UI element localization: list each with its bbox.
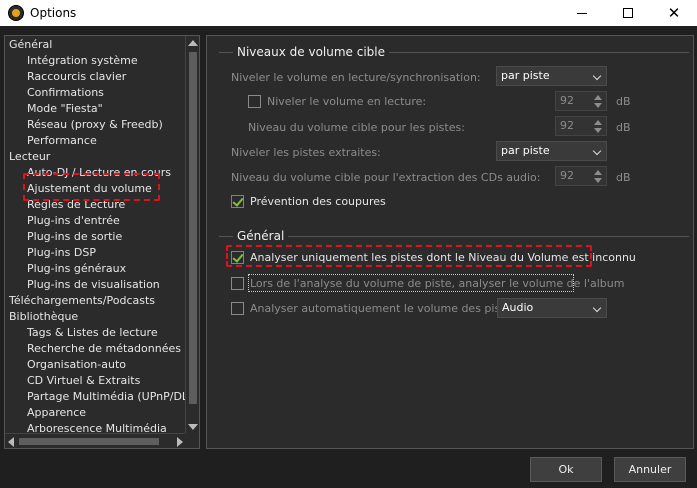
extracted-value: par piste (501, 144, 550, 157)
extracted-label: Niveler les pistes extraites: (231, 146, 381, 159)
tree-item[interactable]: Plug-ins DSP (27, 245, 96, 261)
db-unit-label: dB (616, 121, 631, 134)
stepper-down-icon[interactable] (594, 103, 602, 108)
volume-group-title: Niveaux de volume cible (233, 45, 390, 59)
scroll-down-icon[interactable] (188, 424, 198, 430)
options-tree[interactable]: Général Intégration système Raccourcis cla… (4, 35, 200, 449)
stepper-up-icon[interactable] (594, 170, 602, 175)
tree-item[interactable]: Recherche de métadonnées (27, 341, 181, 357)
target-cd-label: Niveau du volume cible pour l'extraction… (231, 171, 541, 184)
target-cd-stepper[interactable]: 92 (555, 166, 607, 186)
album-volume-checkbox[interactable] (231, 277, 244, 290)
db-unit-label: dB (616, 171, 631, 184)
chevron-down-icon (592, 146, 602, 156)
tree-item[interactable]: Réseau (proxy & Freedb) (27, 117, 163, 133)
stepper-down-icon[interactable] (594, 128, 602, 133)
tree-item[interactable]: Confirmations (27, 85, 104, 101)
tree-item[interactable]: Apparence (27, 405, 86, 421)
scroll-right-icon[interactable] (177, 437, 183, 447)
tree-item[interactable]: Intégration système (27, 53, 138, 69)
tree-item[interactable]: Tags & Listes de lecture (27, 325, 158, 341)
tree-item[interactable]: Organisation-auto (27, 357, 126, 373)
tree-item[interactable]: Partage Multimédia (UPnP/DLNA) (27, 389, 199, 405)
window-title: Options (30, 6, 77, 20)
stepper-down-icon[interactable] (594, 178, 602, 183)
scroll-thumb[interactable] (189, 52, 197, 404)
tree-item[interactable]: Lecteur (9, 149, 50, 165)
auto-analyze-dropdown[interactable]: Audio (497, 298, 607, 318)
target-cd-value: 92 (560, 169, 574, 182)
scroll-up-icon[interactable] (188, 40, 198, 46)
general-group-title: Général (233, 229, 289, 243)
extracted-dropdown[interactable]: par piste (496, 141, 607, 161)
tree-item[interactable]: Plug-ins de visualisation (27, 277, 160, 293)
close-icon: ✕ (667, 4, 681, 22)
group-separator (219, 236, 689, 237)
tree-item[interactable]: Général (9, 37, 52, 53)
maximize-button[interactable] (605, 0, 651, 26)
tree-item[interactable]: CD Virtuel & Extraits (27, 373, 140, 389)
clip-prevention-checkbox[interactable] (231, 195, 244, 208)
level-playback-value: par piste (501, 69, 550, 82)
ok-button[interactable]: Ok (530, 457, 602, 482)
scrollbar-corner (185, 433, 199, 448)
level-volume-stepper[interactable]: 92 (555, 91, 607, 111)
tree-item[interactable]: Bibliothèque (9, 309, 78, 325)
target-tracks-label: Niveau du volume cible pour les pistes: (248, 121, 465, 134)
level-volume-value: 92 (560, 94, 574, 107)
cancel-button[interactable]: Annuler (614, 457, 686, 482)
close-button[interactable]: ✕ (651, 0, 697, 26)
level-volume-label: Niveler le volume en lecture: (267, 95, 427, 108)
tree-item[interactable]: Mode "Fiesta" (27, 101, 103, 117)
scroll-left-icon[interactable] (8, 437, 14, 447)
album-volume-label: Lors de l'analyse du volume de piste, an… (250, 277, 625, 290)
level-playback-label: Niveler le volume en lecture/synchronisa… (231, 71, 481, 84)
tree-item[interactable]: Plug-ins généraux (27, 261, 126, 277)
tree-item[interactable]: Plug-ins de sortie (27, 229, 122, 245)
level-volume-checkbox[interactable] (248, 95, 261, 108)
tree-horizontal-scrollbar[interactable] (5, 433, 186, 448)
level-playback-dropdown[interactable]: par piste (496, 66, 607, 86)
tree-item[interactable]: Raccourcis clavier (27, 69, 126, 85)
stepper-up-icon[interactable] (594, 120, 602, 125)
target-tracks-value: 92 (560, 119, 574, 132)
scroll-thumb-horizontal[interactable] (19, 438, 159, 445)
minimize-icon (577, 12, 587, 14)
minimize-button[interactable] (559, 0, 605, 26)
settings-panel: Niveaux de volume cible Niveler le volum… (206, 35, 694, 449)
tree-item[interactable]: Performance (27, 133, 97, 149)
tree-item[interactable]: Téléchargements/Podcasts (9, 293, 155, 309)
db-unit-label: dB (616, 95, 631, 108)
maximize-icon (623, 8, 633, 18)
auto-analyze-checkbox[interactable] (231, 302, 244, 315)
auto-analyze-value: Audio (502, 301, 534, 314)
title-bar: Options ✕ (0, 0, 697, 26)
selected-item-highlight (23, 173, 160, 201)
chevron-down-icon (592, 71, 602, 81)
clip-prevention-label: Prévention des coupures (250, 195, 386, 208)
chevron-down-icon (592, 303, 602, 313)
analyze-option-highlight (226, 245, 592, 267)
tree-item[interactable]: Plug-ins d'entrée (27, 213, 120, 229)
tree-vertical-scrollbar[interactable] (185, 36, 199, 434)
target-tracks-stepper[interactable]: 92 (555, 116, 607, 136)
stepper-up-icon[interactable] (594, 95, 602, 100)
app-logo-icon (8, 5, 24, 21)
